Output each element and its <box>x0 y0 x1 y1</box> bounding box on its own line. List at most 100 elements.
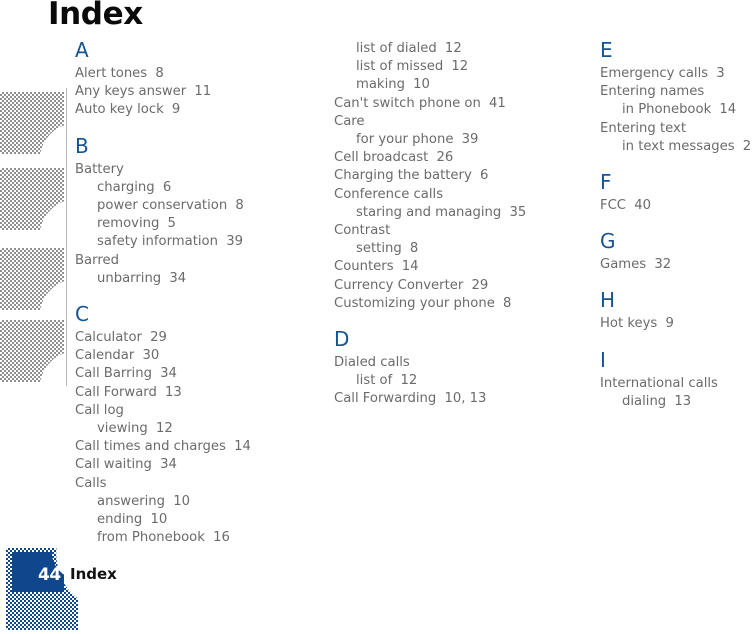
index-entry-term: Barred <box>75 252 119 268</box>
index-entry-term: Currency Converter <box>334 277 464 293</box>
index-entry-page-number: 14 <box>715 102 737 118</box>
index-entry-page-number: 26 <box>432 150 454 166</box>
footer-section-label: Index <box>70 565 117 583</box>
index-entry-term: unbarring <box>97 270 162 286</box>
index-letter-block: G Games 32 <box>600 231 752 274</box>
index-entry-term: ending <box>97 512 143 528</box>
index-letter-block: list of dialed 12 list of missed 12 making… <box>334 40 584 313</box>
index-entry-term: Games <box>600 257 647 273</box>
index-entry-page-number: 10 <box>169 493 191 509</box>
index-letter-block: H Hot keys 9 <box>600 290 752 333</box>
index-entry-page-number: 40 <box>630 198 651 214</box>
index-entry-page-number: 3 <box>712 66 725 81</box>
index-entry: Can't switch phone on 41 <box>334 95 584 113</box>
index-letter-heading: C <box>75 302 89 327</box>
index-entry: Auto key lock 9 <box>75 101 325 119</box>
index-entry: Call Barring 34 <box>75 365 325 383</box>
index-letter-heading: D <box>334 327 350 352</box>
index-entry-term: Auto key lock <box>75 102 164 118</box>
index-entry-term: Call Forwarding <box>334 391 437 407</box>
index-entry-term: for your phone <box>356 132 454 148</box>
index-entry-term: Entering names <box>600 84 705 100</box>
index-entry-page-number: 14 <box>229 439 251 455</box>
index-entry-term: safety information <box>97 234 218 250</box>
index-entry: Currency Converter 29 <box>334 277 584 295</box>
index-entry-page-number: 10, 13 <box>440 391 487 407</box>
index-letter-heading: A <box>75 38 89 62</box>
index-entry: Call log <box>75 402 325 420</box>
index-entry-page-number: 29 <box>145 330 167 346</box>
index-entry: Call Forward 13 <box>75 384 325 402</box>
index-entry-term: Entering text <box>600 120 687 136</box>
index-entry-term: Battery <box>75 161 124 177</box>
index-letter-heading: H <box>600 288 616 313</box>
index-entry: Call Forwarding 10, 13 <box>334 390 584 408</box>
index-entry-term: Any keys answer <box>75 84 187 100</box>
index-subentry: staring and managing 35 <box>334 204 584 222</box>
index-entry: Entering text <box>600 120 752 138</box>
index-subentry: making 10 <box>334 76 584 94</box>
index-entry: Entering names <box>600 83 752 101</box>
index-entry-page-number: 26 <box>742 138 752 154</box>
index-entry-page-number: 10 <box>408 77 430 93</box>
index-entry-term: list of dialed <box>356 41 437 56</box>
index-letter-block: D Dialed calls list of 12 Call Forwarding 1… <box>334 329 584 409</box>
index-entry: Any keys answer 11 <box>75 83 325 101</box>
index-subentry: from Phonebook 16 <box>75 529 325 547</box>
index-entry: Barred <box>75 252 325 270</box>
index-letter-heading: I <box>600 347 606 372</box>
index-entry-term: dialing <box>622 393 667 409</box>
index-column-3: E Emergency calls 3 Entering names in Phone… <box>600 40 752 411</box>
index-entry-term: list of <box>356 373 393 389</box>
index-entry-page-number: 11 <box>190 84 212 100</box>
index-entry-term: Call log <box>75 402 124 418</box>
index-entry-page-number: 34 <box>165 270 187 286</box>
index-entry: Dialed calls <box>334 354 584 372</box>
index-entry-term: Conference calls <box>334 186 444 202</box>
index-entry-term: removing <box>97 216 160 232</box>
page-footer: 44 Index <box>0 548 752 634</box>
index-subentry: in Phonebook 14 <box>600 101 752 119</box>
index-entry: Emergency calls 3 <box>600 65 752 83</box>
index-entry-page-number: 34 <box>155 457 177 473</box>
index-entry-term: Care <box>334 113 365 129</box>
index-letter-block: I International calls dialing 13 <box>600 350 752 411</box>
index-entry-term: Call Forward <box>75 384 157 400</box>
index-subentry: power conservation 8 <box>75 197 325 215</box>
index-subentry: setting 8 <box>334 240 584 258</box>
index-letter-heading: E <box>600 38 613 62</box>
index-entry-term: Cell broadcast <box>334 150 429 166</box>
index-letter-block: B Battery charging 6 power conservation 8 re… <box>75 136 325 288</box>
index-entry-page-number: 16 <box>208 530 230 546</box>
index-entry: Cell broadcast 26 <box>334 149 584 167</box>
index-entry: Contrast <box>334 222 584 240</box>
index-entry-term: list of missed <box>356 59 444 75</box>
index-subentry: list of dialed 12 <box>334 40 584 58</box>
footer-page-number: 44 <box>38 565 61 585</box>
index-entry-term: Alert tones <box>75 66 148 81</box>
index-entry-term: Emergency calls <box>600 66 709 81</box>
index-columns: A Alert tones 8 Any keys answer 11 Auto key… <box>0 40 752 545</box>
index-entry: Calls <box>75 475 325 493</box>
index-entry-term: charging <box>97 179 155 195</box>
index-column-1: A Alert tones 8 Any keys answer 11 Auto key… <box>75 40 325 547</box>
index-entry-page-number: 34 <box>155 366 177 382</box>
index-entry-page-number: 5 <box>163 216 176 232</box>
index-entry: Counters 14 <box>334 258 584 276</box>
index-entry-term: making <box>356 77 405 93</box>
index-entry-page-number: 9 <box>661 316 674 332</box>
index-entry-term: International calls <box>600 375 718 391</box>
index-entry-term: Calls <box>75 475 107 491</box>
index-letter-block: E Emergency calls 3 Entering names in Phone… <box>600 40 752 156</box>
index-letter-block: C Calculator 29 Calendar 30 Call Barring 34… <box>75 304 325 547</box>
index-entry-page-number: 41 <box>484 95 506 111</box>
index-entry-term: in Phonebook <box>622 102 712 118</box>
index-entry: Battery <box>75 161 325 179</box>
index-entry-page-number: 30 <box>138 348 160 364</box>
index-entry-page-number: 14 <box>397 259 419 275</box>
index-entry-term: Calendar <box>75 348 135 364</box>
index-entry: Call times and charges 14 <box>75 438 325 456</box>
index-entry-term: Customizing your phone <box>334 295 495 311</box>
index-entry-page-number: 39 <box>457 132 479 148</box>
index-entry: Conference calls <box>334 186 584 204</box>
